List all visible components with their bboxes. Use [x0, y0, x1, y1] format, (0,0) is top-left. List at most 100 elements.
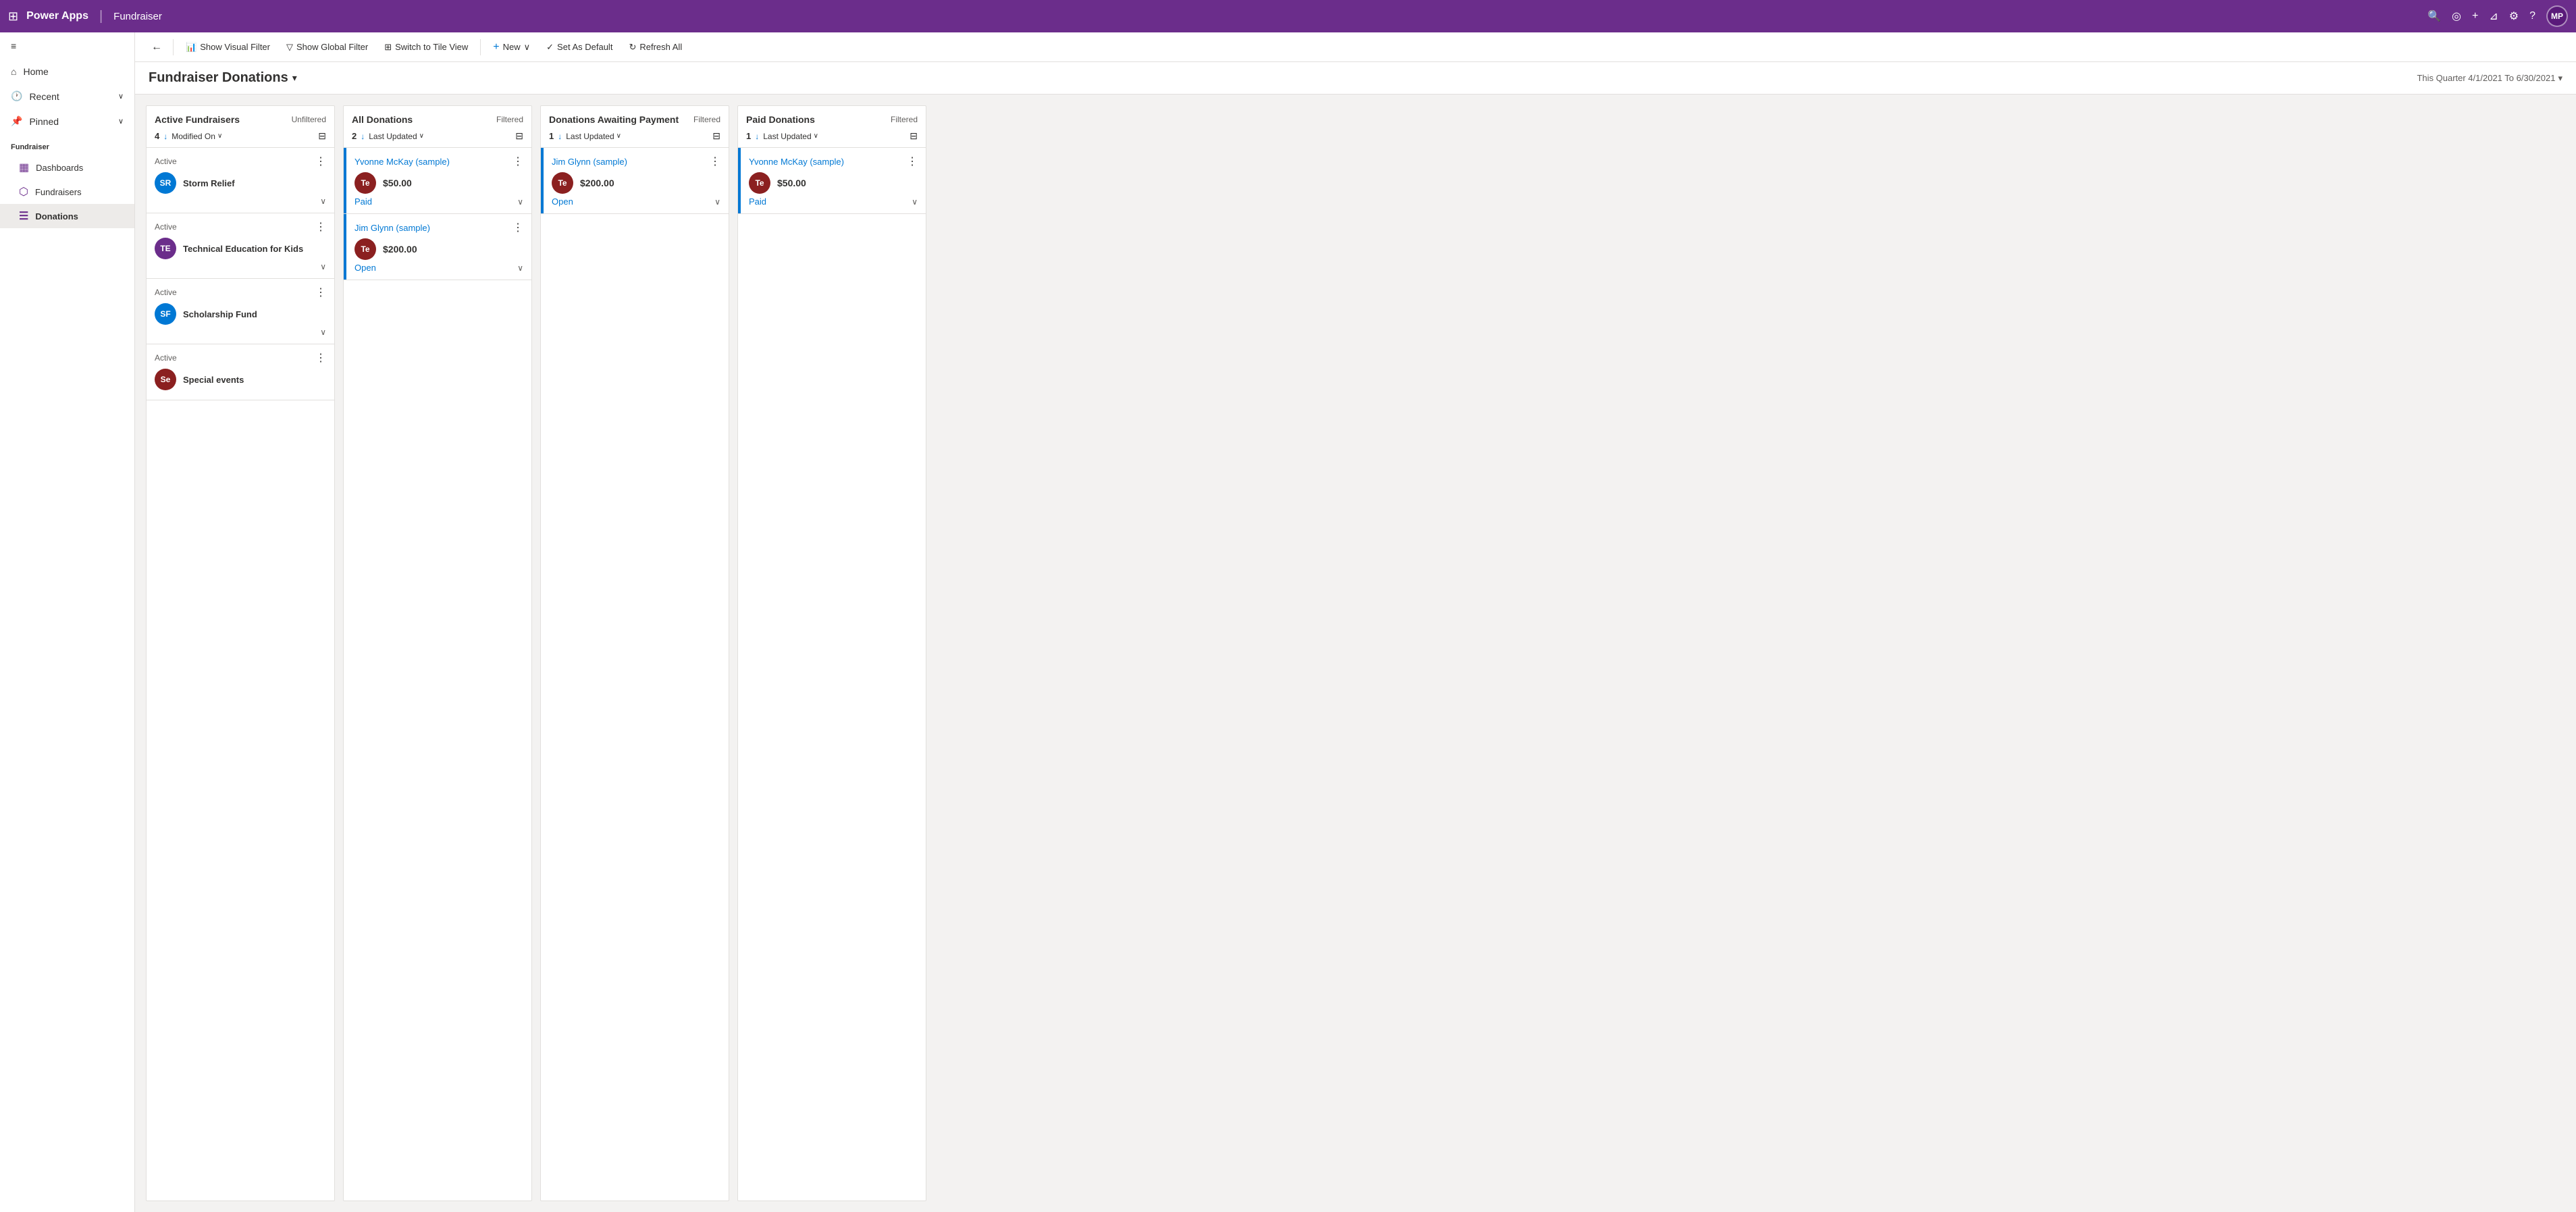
refresh-all-button[interactable]: ↻ Refresh All: [622, 38, 689, 56]
donation-card-yvonne: Yvonne McKay (sample) ⋮ Te $50.00 Paid ∨: [344, 148, 531, 214]
sort-field-chevron-3: ∨: [814, 132, 818, 140]
show-visual-filter-button[interactable]: 📊 Show Visual Filter: [179, 38, 277, 56]
nav-separator: |: [99, 9, 103, 24]
donation-expand-jim[interactable]: ∨: [517, 263, 523, 273]
set-default-label: Set As Default: [557, 42, 612, 52]
paid-contact-yvonne[interactable]: Yvonne McKay (sample): [749, 157, 844, 167]
donation-amount-jim: $200.00: [383, 244, 417, 255]
col-count-all-donations: 2: [352, 131, 357, 141]
card-more-special-events[interactable]: ⋮: [315, 351, 326, 365]
col-filter-all-donations: Filtered: [496, 115, 523, 124]
card-more-tech-ed[interactable]: ⋮: [315, 220, 326, 234]
sort-arrow-2: ↓: [558, 132, 562, 141]
show-global-filter-button[interactable]: ▽ Show Global Filter: [280, 38, 375, 56]
awaiting-contact-jim[interactable]: Jim Glynn (sample): [552, 157, 627, 167]
col-title-awaiting-payment: Donations Awaiting Payment: [549, 114, 679, 125]
page-title-chevron[interactable]: ▾: [292, 72, 297, 84]
help-icon[interactable]: ?: [2529, 10, 2535, 22]
sidebar-item-fundraisers[interactable]: ⬡ Fundraisers: [0, 180, 134, 204]
donation-expand-yvonne[interactable]: ∨: [517, 197, 523, 207]
awaiting-expand-jim[interactable]: ∨: [714, 197, 720, 207]
grid-icon[interactable]: ⊞: [8, 9, 18, 24]
avatar-paid-yvonne: Te: [749, 172, 770, 194]
page-header: Fundraiser Donations ▾ This Quarter 4/1/…: [135, 62, 2576, 95]
filter-icon[interactable]: ⊿: [2489, 9, 2498, 23]
card-expand-storm-relief[interactable]: ∨: [320, 196, 326, 206]
date-filter[interactable]: This Quarter 4/1/2021 To 6/30/2021 ▾: [2417, 73, 2562, 84]
col-title-active-fundraisers: Active Fundraisers: [155, 114, 240, 125]
checklist-icon[interactable]: ◎: [2452, 9, 2461, 23]
dashboard-icon: ▦: [19, 161, 29, 174]
sidebar-item-recent[interactable]: 🕐 Recent ∨: [0, 84, 134, 109]
avatar-jim: Te: [354, 238, 376, 260]
sidebar-item-pinned[interactable]: 📌 Pinned ∨: [0, 109, 134, 134]
user-avatar[interactable]: MP: [2546, 5, 2568, 27]
card-more-awaiting-jim[interactable]: ⋮: [710, 155, 720, 168]
sidebar: ≡ ⌂ Home 🕐 Recent ∨ 📌 Pinned ∨ Fundraise…: [0, 32, 135, 1212]
card-status-tech-ed: Active: [155, 222, 177, 232]
fundraisers-icon: ⬡: [19, 185, 28, 199]
avatar-tech-ed: TE: [155, 238, 176, 259]
col-count-active-fundraisers: 4: [155, 131, 159, 141]
view-toggle-2[interactable]: ⊟: [712, 130, 720, 142]
new-label: New: [503, 42, 521, 52]
refresh-all-label: Refresh All: [639, 42, 682, 52]
sidebar-item-donations[interactable]: ☰ Donations: [0, 204, 134, 228]
sort-arrow-1: ↓: [361, 132, 365, 141]
page-title-row: Fundraiser Donations ▾: [149, 70, 297, 86]
card-more-jim[interactable]: ⋮: [512, 221, 523, 234]
sort-field-chevron-0: ∨: [217, 132, 222, 140]
fundraiser-card-tech-ed: Active ⋮ TE Technical Education for Kids…: [147, 213, 334, 279]
sidebar-item-dashboards[interactable]: ▦ Dashboards: [0, 155, 134, 180]
cards-awaiting-payment: Jim Glynn (sample) ⋮ Te $200.00 Open ∨: [541, 148, 729, 1201]
view-toggle-0[interactable]: ⊟: [318, 130, 326, 142]
sort-field-chevron-2: ∨: [616, 132, 621, 140]
sort-field-active-fundraisers[interactable]: Modified On ∨: [172, 132, 222, 141]
paid-expand-yvonne[interactable]: ∨: [912, 197, 918, 207]
app-name-label: Fundraiser: [113, 11, 162, 22]
card-name-scholarship: Scholarship Fund: [183, 309, 257, 319]
tile-view-icon: ⊞: [384, 42, 392, 53]
sort-field-paid-donations[interactable]: Last Updated ∨: [763, 132, 818, 141]
brand-label: Power Apps: [26, 10, 88, 22]
donation-amount-yvonne: $50.00: [383, 178, 412, 188]
add-icon[interactable]: +: [2472, 10, 2478, 22]
settings-icon[interactable]: ⚙: [2509, 9, 2519, 23]
sort-field-awaiting-payment[interactable]: Last Updated ∨: [566, 132, 621, 141]
donation-contact-yvonne[interactable]: Yvonne McKay (sample): [354, 157, 450, 167]
kanban-col-all-donations: All Donations Filtered 2 ↓ Last Updated …: [343, 105, 532, 1201]
card-more-yvonne[interactable]: ⋮: [512, 155, 523, 168]
donation-contact-jim[interactable]: Jim Glynn (sample): [354, 223, 430, 233]
fundraiser-card-scholarship: Active ⋮ SF Scholarship Fund ∨: [147, 279, 334, 344]
col-title-paid-donations: Paid Donations: [746, 114, 815, 125]
switch-tile-view-button[interactable]: ⊞ Switch to Tile View: [377, 38, 475, 56]
card-expand-tech-ed[interactable]: ∨: [320, 262, 326, 271]
sidebar-item-home[interactable]: ⌂ Home: [0, 59, 134, 84]
card-more-scholarship[interactable]: ⋮: [315, 286, 326, 299]
date-filter-label: This Quarter 4/1/2021 To 6/30/2021: [2417, 73, 2555, 83]
set-default-button[interactable]: ✓ Set As Default: [540, 38, 619, 56]
card-status-scholarship: Active: [155, 288, 177, 297]
kanban-col-active-fundraisers: Active Fundraisers Unfiltered 4 ↓ Modifi…: [146, 105, 335, 1201]
card-name-special-events: Special events: [183, 375, 244, 385]
avatar-awaiting-jim: Te: [552, 172, 573, 194]
sort-arrow-0: ↓: [163, 132, 167, 141]
awaiting-card-jim: Jim Glynn (sample) ⋮ Te $200.00 Open ∨: [541, 148, 729, 214]
back-button[interactable]: ←: [146, 38, 167, 56]
view-toggle-1[interactable]: ⊟: [515, 130, 523, 142]
card-more-storm-relief[interactable]: ⋮: [315, 155, 326, 168]
card-expand-scholarship[interactable]: ∨: [320, 327, 326, 337]
card-name-tech-ed: Technical Education for Kids: [183, 244, 303, 254]
sort-field-all-donations[interactable]: Last Updated ∨: [369, 132, 424, 141]
new-button[interactable]: + New ∨: [486, 38, 537, 57]
cards-active-fundraisers: Active ⋮ SR Storm Relief ∨: [147, 148, 334, 1201]
view-toggle-3[interactable]: ⊟: [910, 130, 918, 142]
pinned-chevron: ∨: [118, 117, 124, 126]
sidebar-pinned-label: Pinned: [29, 116, 59, 127]
card-more-paid-yvonne[interactable]: ⋮: [907, 155, 918, 168]
sidebar-toggle[interactable]: ≡: [0, 32, 134, 59]
search-icon[interactable]: 🔍: [2427, 9, 2441, 23]
top-nav: ⊞ Power Apps | Fundraiser 🔍 ◎ + ⊿ ⚙ ? MP: [0, 0, 2576, 32]
card-name-storm-relief: Storm Relief: [183, 178, 235, 188]
refresh-icon: ↻: [629, 42, 636, 53]
